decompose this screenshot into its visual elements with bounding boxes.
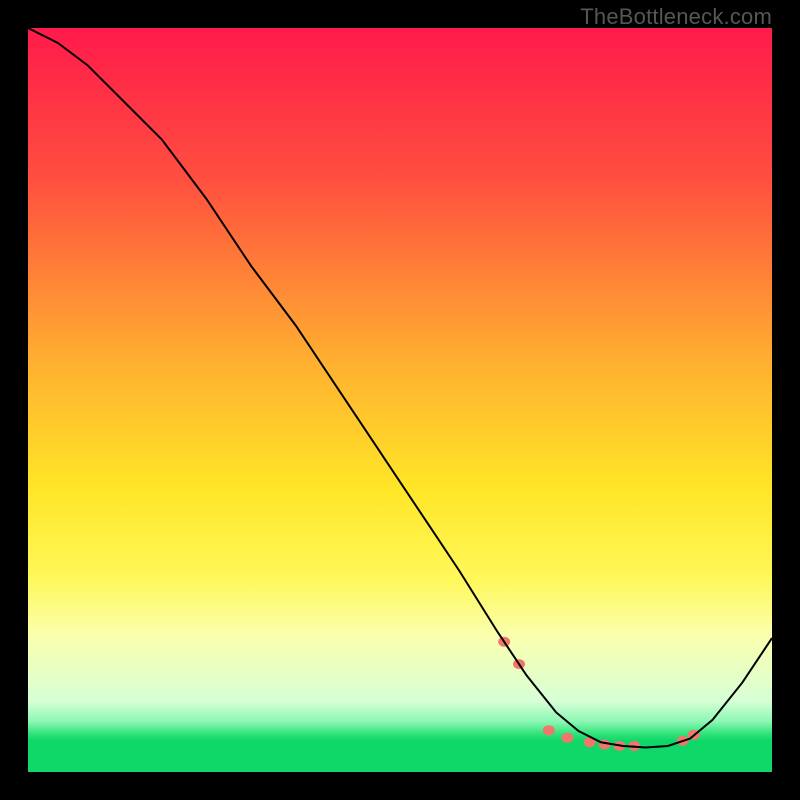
marker-dot bbox=[543, 725, 555, 735]
bottleneck-chart bbox=[28, 28, 772, 772]
watermark-text: TheBottleneck.com bbox=[580, 4, 772, 30]
marker-dot bbox=[561, 733, 573, 743]
chart-frame bbox=[28, 28, 772, 772]
gradient-background bbox=[28, 28, 772, 772]
